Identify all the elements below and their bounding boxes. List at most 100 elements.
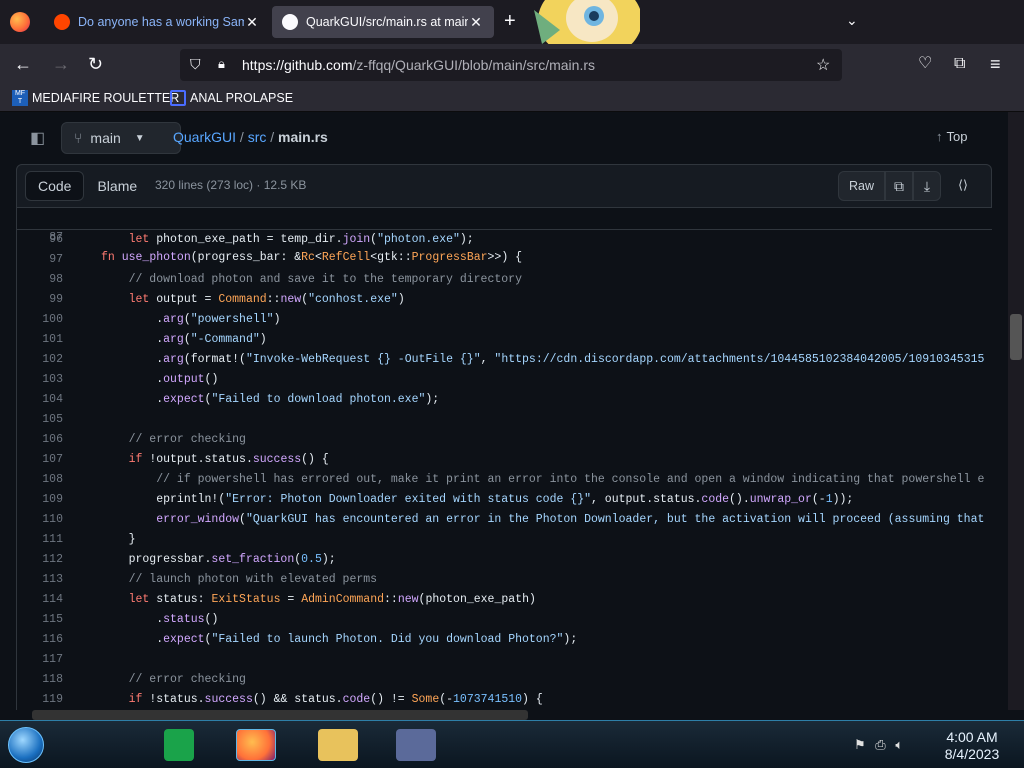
network-icon[interactable]: ⎙ <box>875 737 885 752</box>
github-file-view: ◧ ⑂ main ▼ QuarkGUI / src / main.rs ↑ Top… <box>0 112 1024 710</box>
line-number[interactable]: 107 <box>17 450 63 470</box>
line-number[interactable]: 102 <box>17 350 63 370</box>
line-number[interactable]: 111 <box>17 530 63 550</box>
url-text[interactable]: https://github.com/z-ffqq/QuarkGUI/blob/… <box>242 57 595 73</box>
reload-icon[interactable]: ↻ <box>88 54 103 74</box>
line-content: if !output.status.success() { <box>128 453 329 466</box>
line-content: .expect("Failed to download photon.exe")… <box>101 393 440 406</box>
code-line: 114 let status: ExitStatus = AdminComman… <box>17 590 992 610</box>
url-path: /z-ffqq/QuarkGUI/blob/main/src/main.rs <box>352 57 595 73</box>
bookmark-anal-prolapse[interactable]: ANAL PROLAPSE <box>170 90 293 106</box>
code-line: 98 // download photon and save it to the… <box>17 270 992 290</box>
reddit-icon <box>54 14 70 30</box>
firefox-icon[interactable] <box>10 12 30 32</box>
download-icon[interactable]: ⤓ <box>913 171 941 201</box>
breadcrumb-separator: / <box>270 129 275 145</box>
firefox-taskbar-icon[interactable] <box>236 729 276 761</box>
line-number[interactable]: 97 <box>17 250 63 270</box>
vertical-scrollbar[interactable] <box>1008 112 1024 710</box>
line-number[interactable]: 112 <box>17 550 63 570</box>
tracking-shield-icon[interactable]: ⛉ <box>190 56 201 73</box>
clock[interactable]: 4:00 AM 8/4/2023 <box>930 729 1014 763</box>
branch-selector[interactable]: ⑂ main ▼ <box>61 122 181 154</box>
line-number[interactable]: 101 <box>17 330 63 350</box>
top-label: Top <box>946 129 968 144</box>
breadcrumb-file: main.rs <box>278 129 328 145</box>
line-number[interactable]: 98 <box>17 270 63 290</box>
breadcrumb-separator: / <box>239 129 244 145</box>
url-bar[interactable]: ⛉ 🔒︎ https://github.com/z-ffqq/QuarkGUI/… <box>180 49 842 81</box>
code-line: 113 // launch photon with elevated perms <box>17 570 992 590</box>
file-explorer-icon[interactable] <box>318 729 358 761</box>
branch-name: main <box>90 130 121 146</box>
new-tab-button[interactable]: + <box>504 10 516 33</box>
line-number[interactable]: 99 <box>17 290 63 310</box>
close-icon[interactable]: ✕ <box>244 14 260 31</box>
code-line: 97 <box>17 250 992 270</box>
chevron-down-icon[interactable]: ⌄ <box>846 12 858 29</box>
lock-icon[interactable]: 🔒︎ <box>218 56 225 72</box>
line-number[interactable]: 117 <box>17 650 63 670</box>
symbols-icon[interactable]: ⟨⟩ <box>949 171 977 201</box>
line-number[interactable]: 113 <box>17 570 63 590</box>
line-number[interactable]: 110 <box>17 510 63 530</box>
control-panel-icon[interactable] <box>396 729 436 761</box>
line-number[interactable]: 119 <box>17 690 63 710</box>
flag-icon[interactable]: ⚑ <box>854 737 866 752</box>
navigation-bar: ← → ↻ ⛉ 🔒︎ https://github.com/z-ffqq/Qua… <box>0 44 1024 86</box>
mediafire-icon: MF T <box>12 90 28 106</box>
horizontal-scrollbar[interactable] <box>32 710 528 720</box>
menu-icon[interactable]: ≡ <box>990 54 1001 74</box>
volume-icon[interactable]: 🔈︎ <box>895 737 903 752</box>
sidebar-toggle-icon[interactable]: ◧ <box>30 128 50 148</box>
star-icon[interactable]: ☆ <box>816 55 830 75</box>
scroll-thumb[interactable] <box>1010 314 1022 360</box>
github-icon <box>282 14 298 30</box>
bookmark-mediafire[interactable]: MF T MEDIAFIRE ROULETTER <box>12 90 179 106</box>
code-tab[interactable]: Code <box>25 171 85 201</box>
pocket-icon[interactable]: ♡ <box>918 54 932 74</box>
code-line: 110 error_window("QuarkGUI has encounter… <box>17 510 992 530</box>
line-number[interactable]: 118 <box>17 670 63 690</box>
tab-github[interactable]: QuarkGUI/src/main.rs at main ✕ <box>272 6 494 38</box>
line-content: } <box>101 533 136 546</box>
code-line: 115 .status() <box>17 610 992 630</box>
top-button[interactable]: ↑ Top <box>936 129 967 144</box>
copy-icon[interactable]: ⧉ <box>885 171 913 201</box>
start-button[interactable] <box>8 727 44 763</box>
line-number[interactable]: 115 <box>17 610 63 630</box>
line-number[interactable]: 106 <box>17 430 63 450</box>
line-number[interactable]: 96 <box>17 230 63 250</box>
line-number[interactable]: 116 <box>17 630 63 650</box>
spotify-icon[interactable] <box>164 729 194 761</box>
breadcrumb-repo[interactable]: QuarkGUI <box>173 129 236 145</box>
line-content: .expect("Failed to launch Photon. Did yo… <box>101 633 578 646</box>
line-content: // if powershell has errored out, make i… <box>101 473 985 486</box>
extensions-icon[interactable]: ⧉ <box>954 54 965 74</box>
close-icon[interactable]: ✕ <box>468 14 484 31</box>
code-line: 101 .arg("-Command") <box>17 330 992 350</box>
line-number[interactable]: 103 <box>17 370 63 390</box>
file-header: ◧ ⑂ main ▼ QuarkGUI / src / main.rs ↑ Top <box>16 120 992 160</box>
line-number[interactable]: 105 <box>17 410 63 430</box>
line-number[interactable]: 100 <box>17 310 63 330</box>
code-line: 117 <box>17 650 992 670</box>
line-content: .arg(format!("Invoke-WebRequest {} -OutF… <box>101 353 985 366</box>
line-number[interactable]: 109 <box>17 490 63 510</box>
line-number[interactable]: 114 <box>17 590 63 610</box>
tab-reddit[interactable]: Do anyone has a working Samp ✕ <box>44 6 270 38</box>
line-content: let status: ExitStatus = AdminCommand::n… <box>128 593 536 606</box>
tab-bar: Do anyone has a working Samp ✕ QuarkGUI/… <box>0 0 1024 60</box>
raw-button[interactable]: Raw <box>837 171 885 201</box>
code-line: 102 .arg(format!("Invoke-WebRequest {} -… <box>17 350 992 370</box>
forward-arrow-icon[interactable]: → <box>52 54 70 74</box>
breadcrumb-dir[interactable]: src <box>248 129 267 145</box>
blame-tab[interactable]: Blame <box>84 171 150 201</box>
code-line: 87 fn use_photon(progress_bar: &Rc<RefCe… <box>17 208 992 264</box>
line-number[interactable]: 104 <box>17 390 63 410</box>
code-view: 87 fn use_photon(progress_bar: &Rc<RefCe… <box>16 208 992 710</box>
line-content: .arg("-Command") <box>101 333 267 346</box>
back-arrow-icon[interactable]: ← <box>14 54 32 74</box>
tab-title: QuarkGUI/src/main.rs at main <box>306 15 468 29</box>
line-number[interactable]: 108 <box>17 470 63 490</box>
